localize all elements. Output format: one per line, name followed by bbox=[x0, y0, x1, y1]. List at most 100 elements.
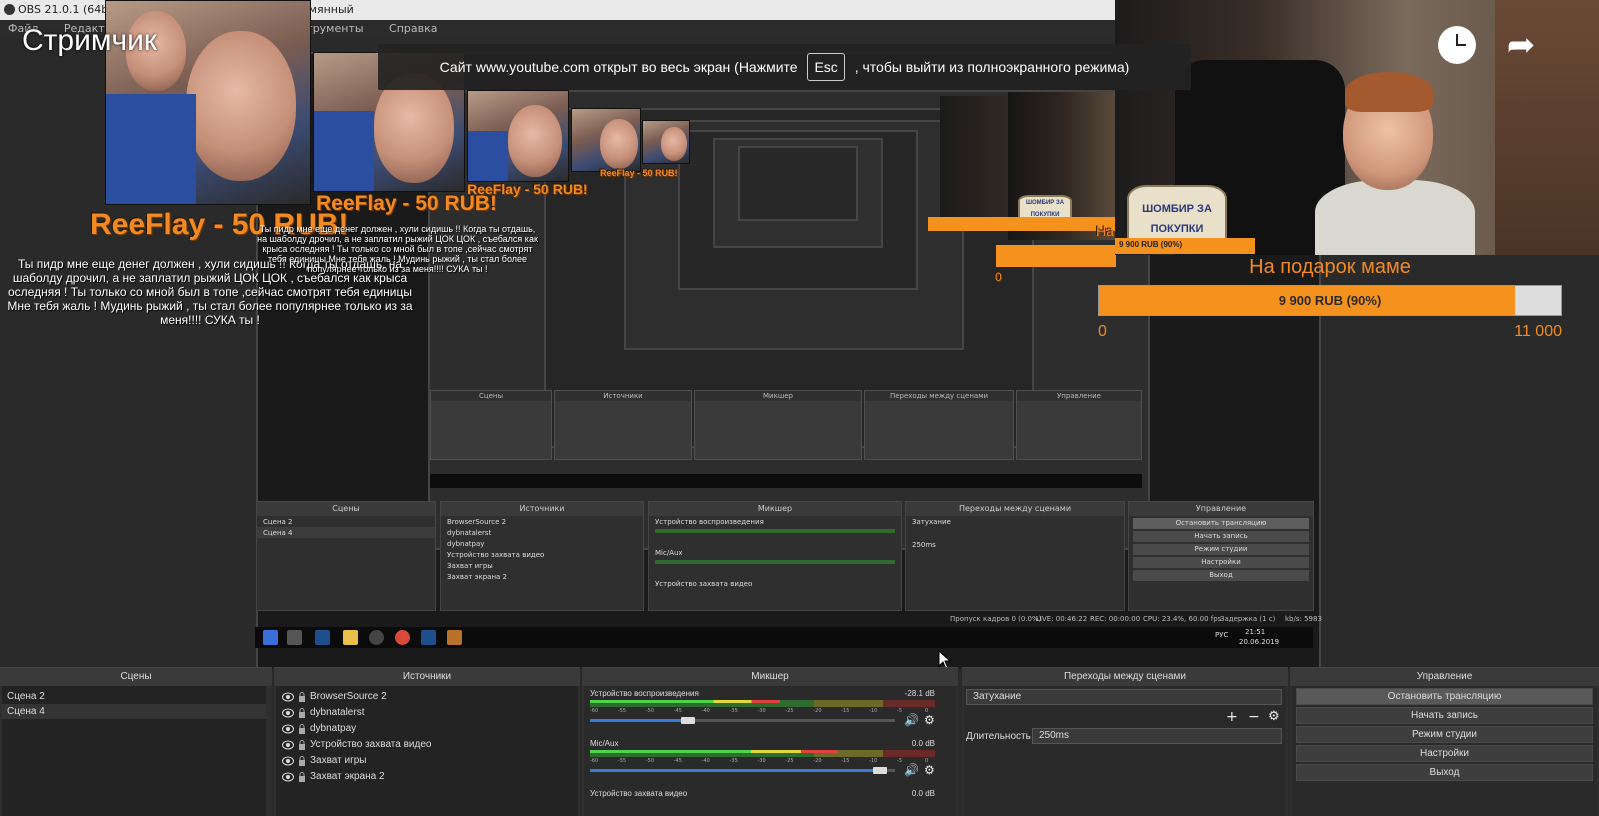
mid-scene-item: Сцена 2 bbox=[263, 518, 293, 526]
mid-source-item: BrowserSource 2 bbox=[447, 518, 507, 526]
mid-taskbar: РУС 21:51 20.06.2019 bbox=[255, 627, 1313, 648]
volume-slider-knob[interactable] bbox=[872, 767, 887, 774]
duration-input[interactable]: 250ms bbox=[1032, 728, 1282, 744]
lock-icon[interactable] bbox=[298, 692, 306, 702]
mid-scene-item: Сцена 4 bbox=[257, 527, 435, 538]
lock-icon[interactable] bbox=[298, 724, 306, 734]
mid-meter bbox=[655, 529, 895, 533]
lock-icon[interactable] bbox=[298, 708, 306, 718]
scene-item[interactable]: Сцена 4 bbox=[2, 704, 266, 719]
source-label: dybnatalerst bbox=[310, 707, 365, 718]
donation-title-echo: ReeFlay - 50 RUB! bbox=[467, 181, 588, 197]
remove-transition-button[interactable]: − bbox=[1248, 710, 1260, 724]
nested-taskbar bbox=[430, 474, 1142, 488]
exit-button[interactable]: Выход bbox=[1296, 764, 1593, 781]
source-item[interactable]: Захват игры bbox=[276, 753, 578, 769]
taskbar-time: 21:51 bbox=[1245, 628, 1266, 636]
menu-help[interactable]: Справка bbox=[389, 20, 437, 38]
eye-icon[interactable] bbox=[282, 740, 294, 750]
transition-select[interactable]: Затухание bbox=[966, 689, 1282, 705]
speaker-icon[interactable]: 🔊 bbox=[904, 764, 919, 776]
goal-bar-echo-1 bbox=[928, 217, 1116, 231]
nested-scenes-dock: Сцены bbox=[430, 390, 552, 460]
scene-item[interactable]: Сцена 2 bbox=[2, 689, 266, 704]
folder-icon bbox=[343, 630, 358, 645]
mid-controls-dock: Управление Остановить трансляцию Начать … bbox=[1128, 501, 1314, 611]
transitions-header: Переходы между сценами bbox=[962, 668, 1288, 686]
mid-source-item: Устройство захвата видео bbox=[447, 551, 545, 559]
add-transition-button[interactable]: + bbox=[1226, 710, 1238, 724]
stop-stream-button[interactable]: Остановить трансляцию bbox=[1296, 688, 1593, 705]
duration-label: Длительность bbox=[966, 731, 1031, 742]
volume-slider-fill[interactable] bbox=[590, 719, 688, 722]
transition-settings-gear-icon[interactable]: ⚙ bbox=[1268, 710, 1280, 724]
chrome-icon bbox=[395, 630, 410, 645]
nested-transitions-dock: Переходы между сценами bbox=[864, 390, 1014, 460]
steam-icon bbox=[421, 630, 436, 645]
scenes-header: Сцены bbox=[0, 668, 272, 686]
menu-tools[interactable]: трументы bbox=[306, 20, 363, 38]
watch-later-icon[interactable] bbox=[1438, 26, 1476, 64]
eye-icon[interactable] bbox=[282, 692, 294, 702]
mid-mixer-dock: Микшер Устройство воспроизведения Mic/Au… bbox=[648, 501, 902, 611]
source-item[interactable]: dybnatpay bbox=[276, 721, 578, 737]
meter-tick-label: -25 bbox=[785, 758, 794, 764]
source-label: BrowserSource 2 bbox=[310, 691, 387, 702]
eye-icon[interactable] bbox=[282, 724, 294, 734]
meter-ticks: -60 -55 -50 -45 -40 -35 -30 -25 -20 -15 -10 -5 0 bbox=[590, 708, 935, 714]
mid-source-item: dybnatalerst bbox=[447, 529, 492, 537]
goal-progress-echo: 9 900 RUB (90%) bbox=[1119, 240, 1183, 249]
goal-min: 0 bbox=[1098, 323, 1107, 340]
mid-meter bbox=[655, 560, 895, 564]
audio-meter bbox=[590, 750, 935, 757]
mixer-channel-name: Устройство захвата видео bbox=[590, 789, 688, 798]
source-item[interactable]: BrowserSource 2 bbox=[276, 689, 578, 705]
taskbar-lang: РУС bbox=[1215, 631, 1229, 639]
mid-mixer-channel: Устройство воспроизведения bbox=[655, 518, 764, 526]
mid-transitions-dock: Переходы между сценами Затухание 250ms bbox=[905, 501, 1125, 611]
video-title[interactable]: Стримчик bbox=[22, 24, 157, 58]
nested-controls-dock: Управление bbox=[1016, 390, 1142, 460]
mixer-header: Микшер bbox=[582, 668, 958, 686]
mixer-gear-icon[interactable]: ⚙ bbox=[924, 714, 936, 726]
meter-tick-label: -30 bbox=[757, 758, 766, 764]
audio-meter-level bbox=[590, 750, 839, 753]
lock-icon[interactable] bbox=[298, 756, 306, 766]
source-item[interactable]: dybnatalerst bbox=[276, 705, 578, 721]
fullscreen-notice-text-end: , чтобы выйти из полноэкранного режима) bbox=[854, 59, 1130, 75]
windows-start-icon bbox=[263, 630, 278, 645]
source-label: Устройство захвата видео bbox=[310, 739, 432, 750]
studio-mode-button[interactable]: Режим студии bbox=[1296, 726, 1593, 743]
mid-controls-header: Управление bbox=[1129, 502, 1313, 516]
settings-button[interactable]: Настройки bbox=[1296, 745, 1593, 762]
taskbar-date: 20.06.2019 bbox=[1239, 638, 1280, 646]
volume-slider-fill[interactable] bbox=[590, 769, 880, 772]
mixer-channel-name: Устройство воспроизведения bbox=[590, 689, 699, 698]
start-recording-button[interactable]: Начать запись bbox=[1296, 707, 1593, 724]
lock-icon[interactable] bbox=[298, 740, 306, 750]
mid-sources-header: Источники bbox=[441, 502, 643, 516]
lock-icon[interactable] bbox=[298, 772, 306, 782]
donor-clip-5 bbox=[642, 120, 690, 164]
donation-message-echo: Ты пидр мне еще денег должен , хули сиди… bbox=[257, 224, 538, 274]
mid-transitions-header: Переходы между сценами bbox=[906, 502, 1124, 516]
mid-scenes-dock: Сцены Сцена 2 Сцена 4 bbox=[256, 501, 436, 611]
app-icon bbox=[447, 630, 462, 645]
volume-slider-knob[interactable] bbox=[680, 717, 695, 724]
meter-tick-label: -40 bbox=[701, 758, 710, 764]
mid-status-cpu: CPU: 23.4%, 60.00 fps bbox=[1143, 615, 1222, 623]
mixer-gear-icon[interactable]: ⚙ bbox=[924, 764, 936, 776]
speaker-icon[interactable]: 🔊 bbox=[904, 714, 919, 726]
source-item[interactable]: Устройство захвата видео bbox=[276, 737, 578, 753]
eye-icon[interactable] bbox=[282, 708, 294, 718]
goal-title-echo: На bbox=[1096, 223, 1114, 239]
nested-mixer-dock: Микшер bbox=[694, 390, 862, 460]
eye-icon[interactable] bbox=[282, 772, 294, 782]
share-icon[interactable]: ➦ bbox=[1502, 26, 1540, 64]
mixer-dock: Микшер Устройство воспроизведения -28.1 d… bbox=[582, 667, 958, 816]
goal-progress-text: 9 900 RUB (90%) bbox=[1278, 293, 1382, 308]
source-item[interactable]: Захват экрана 2 bbox=[276, 769, 578, 785]
mid-source-item: Захват экрана 2 bbox=[447, 573, 507, 581]
mixer-channel-name: Mic/Aux bbox=[590, 739, 619, 748]
eye-icon[interactable] bbox=[282, 756, 294, 766]
